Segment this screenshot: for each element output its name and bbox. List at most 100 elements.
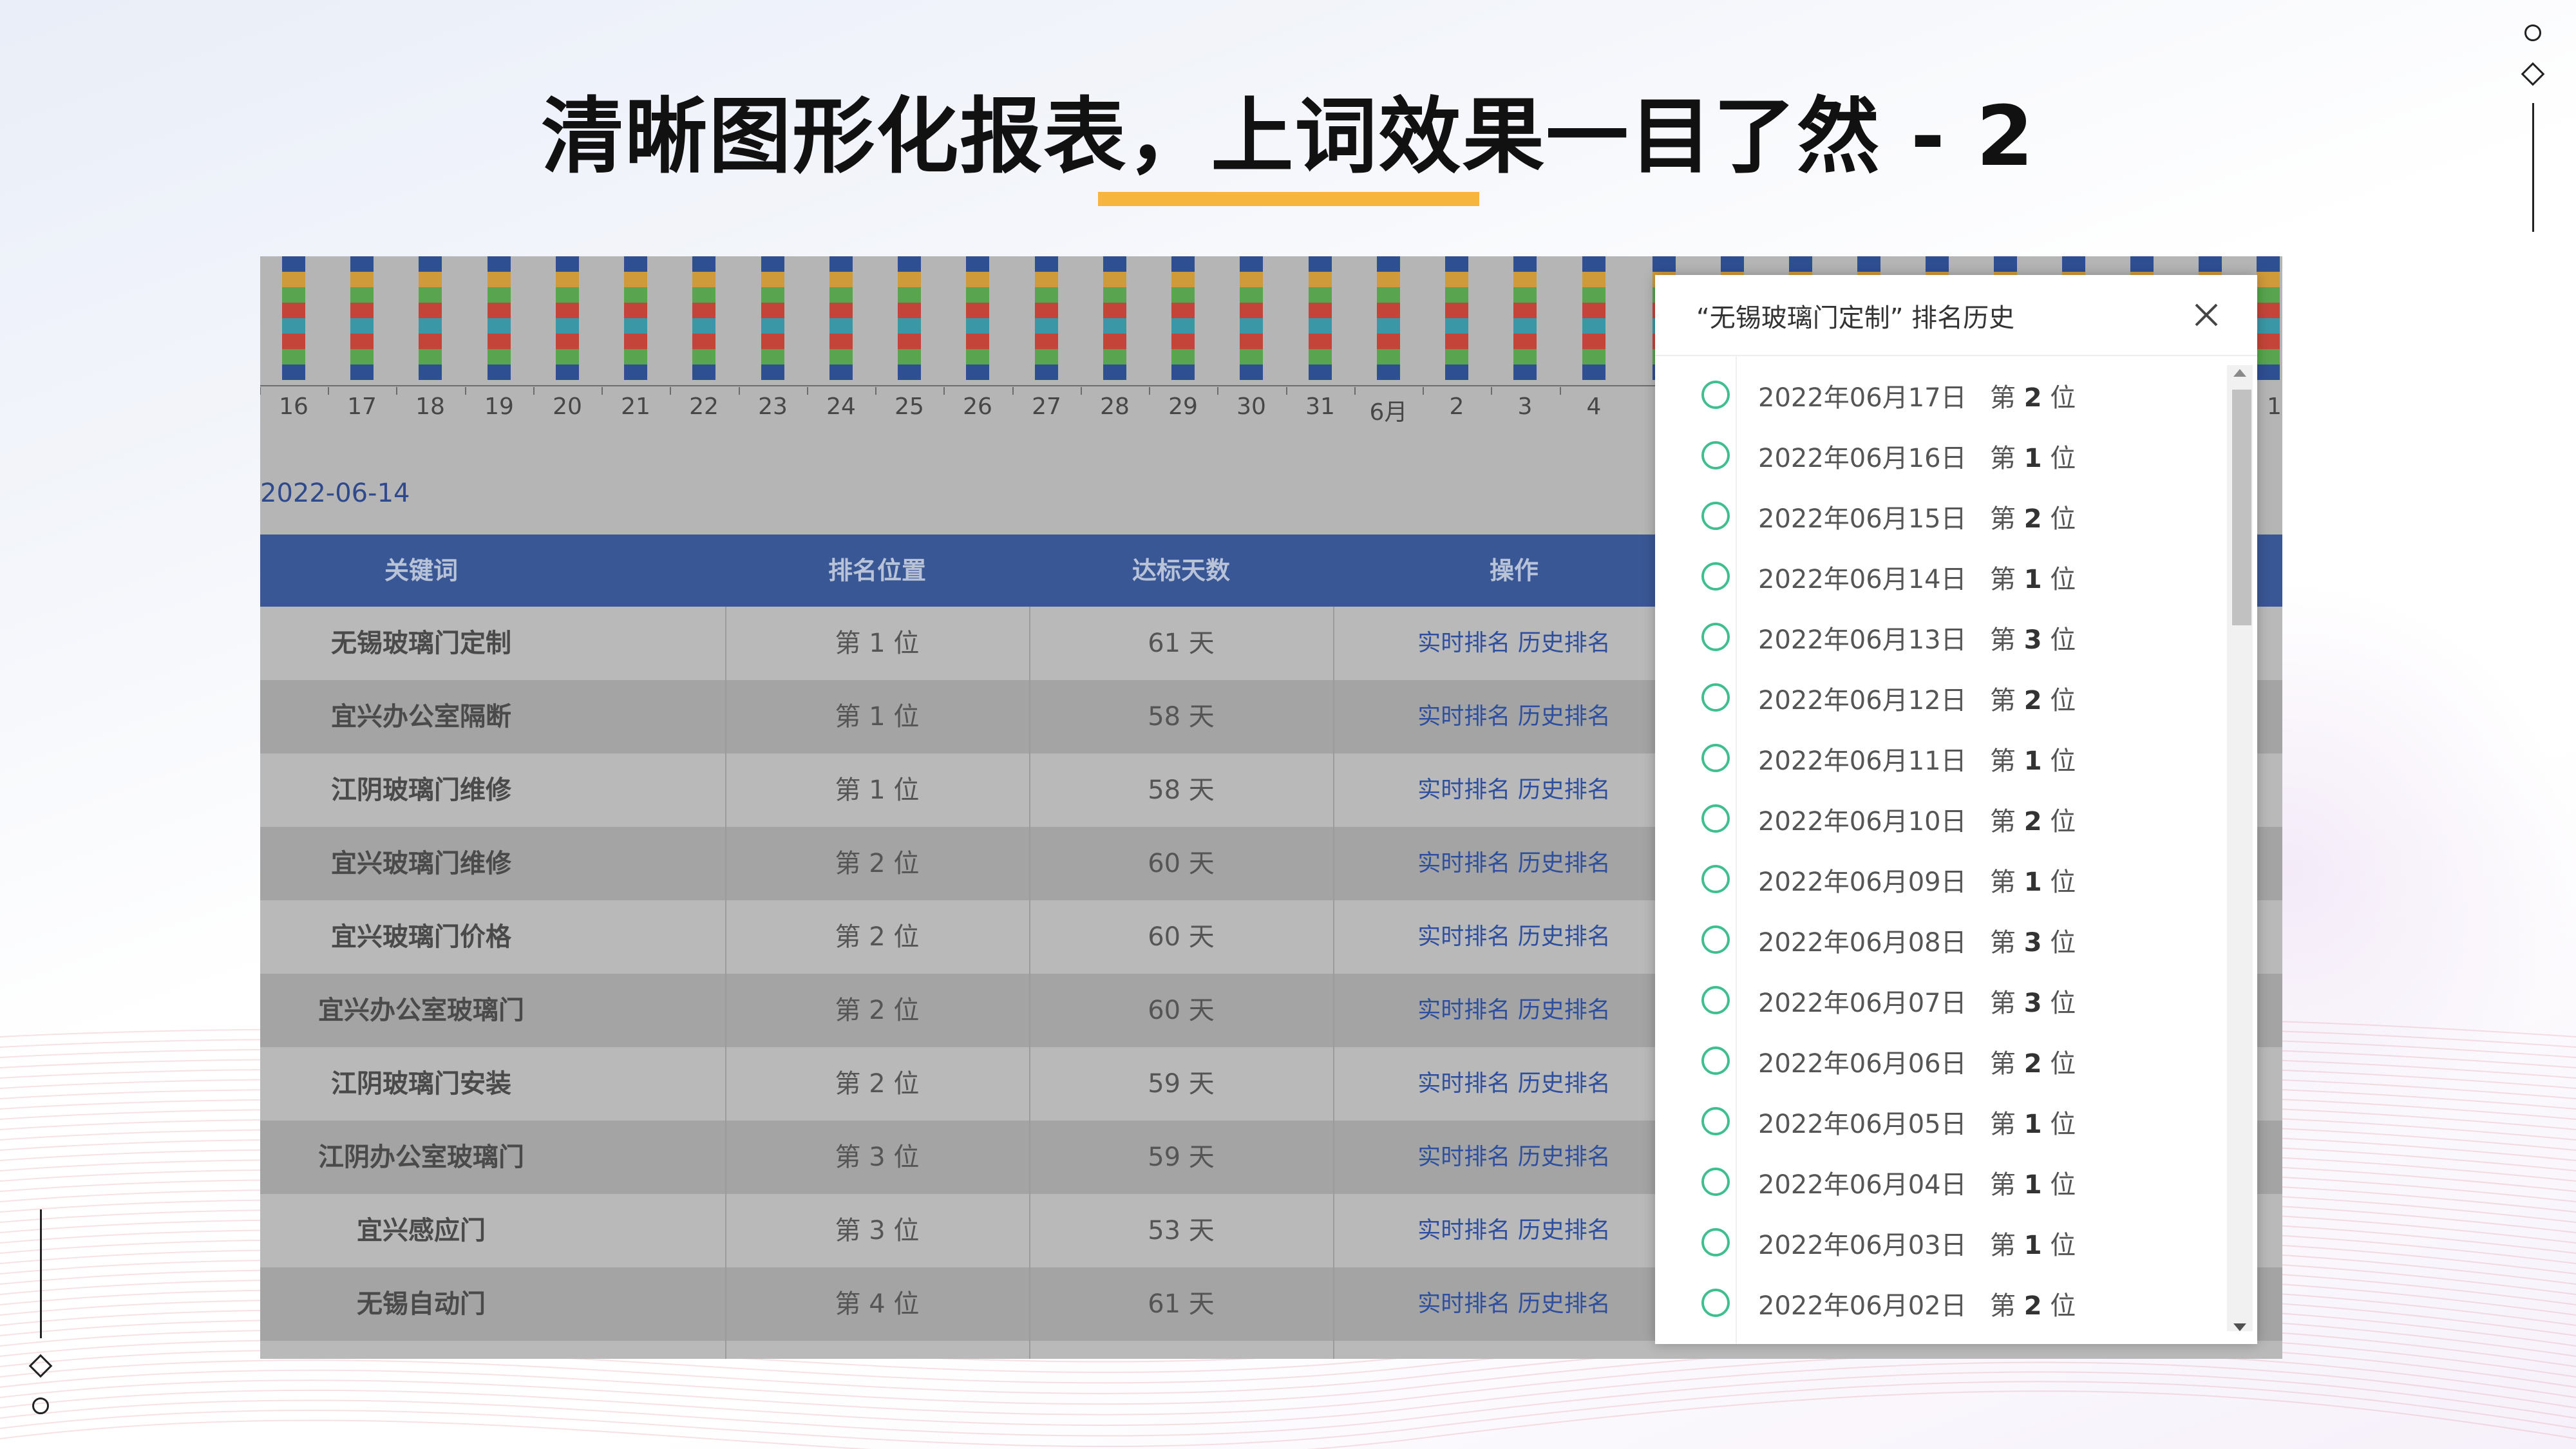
- chart-tick: [396, 387, 397, 395]
- history-rank-link[interactable]: 历史排名: [1518, 1291, 1611, 1317]
- history-rank-link[interactable]: 历史排名: [1518, 1144, 1611, 1170]
- rank-history-list[interactable]: 2022年06月17日第 2 位 2022年06月16日第 1 位 2022年06月…: [1655, 355, 2215, 1344]
- chart-stack-bar: [1377, 256, 1400, 380]
- scrollbar-thumb[interactable]: [2232, 390, 2251, 625]
- history-rank-link[interactable]: 历史排名: [1518, 1070, 1611, 1097]
- rank-history-dialog: “无锡玻璃门定制” 排名历史 2022年06月17日第 2 位 2022年06月1…: [1655, 275, 2257, 1344]
- actions-cell: 实时排名 历史排名: [1333, 1121, 1695, 1194]
- close-icon[interactable]: [2190, 298, 2223, 332]
- chart-x-label: 26: [963, 393, 992, 420]
- chart-edge-label: 1: [2267, 393, 2282, 420]
- history-rank-link[interactable]: 历史排名: [1518, 923, 1611, 950]
- status-circle-icon: [1701, 744, 1730, 772]
- history-rank: 第 2 位: [1990, 1043, 2076, 1080]
- chart-tick: [1081, 387, 1082, 395]
- rank-prefix: 第: [1990, 746, 2016, 776]
- realtime-rank-link[interactable]: 实时排名: [1417, 1144, 1510, 1170]
- days-cell: 61 天: [1148, 629, 1215, 658]
- actions-cell: 实时排名 历史排名: [1333, 1267, 1695, 1341]
- history-item: 2022年06月04日第 1 位: [1655, 1153, 2215, 1214]
- actions-cell: 实时排名 历史排名: [1333, 974, 1695, 1047]
- deco-line-bottom: [40, 1209, 42, 1338]
- rank-number: 2: [2023, 504, 2042, 534]
- header-actions: 操作: [1489, 556, 1539, 585]
- chart-tick: [739, 387, 740, 395]
- history-date: 2022年06月17日: [1758, 383, 1967, 413]
- history-rank: 第 2 位: [1990, 800, 2076, 838]
- rank-prefix: 第: [1990, 1110, 2016, 1139]
- rank-suffix: 位: [2050, 867, 2076, 897]
- chart-stack-bar: [1582, 256, 1605, 380]
- scroll-down-arrow[interactable]: [2233, 1323, 2246, 1331]
- chart-tick: [943, 387, 945, 395]
- realtime-rank-link[interactable]: 实时排名: [1417, 923, 1510, 950]
- chart-x-label: 19: [484, 393, 514, 420]
- days-cell: 61 天: [1148, 1289, 1215, 1319]
- rank-prefix: 第: [1990, 1291, 2016, 1321]
- history-rank-link[interactable]: 历史排名: [1518, 997, 1611, 1023]
- days-cell: 60 天: [1148, 849, 1215, 878]
- rank-suffix: 位: [2050, 565, 2076, 594]
- chart-x-axis: [260, 385, 1658, 386]
- chart-x-label: 29: [1168, 393, 1198, 420]
- realtime-rank-link[interactable]: 实时排名: [1417, 1070, 1510, 1097]
- history-item: 2022年06月13日第 3 位: [1655, 609, 2215, 669]
- history-date: 2022年06月07日: [1758, 989, 1967, 1018]
- rank-suffix: 位: [2050, 686, 2076, 715]
- history-rank: 第 2 位: [1990, 498, 2076, 535]
- history-date: 2022年06月02日: [1758, 1291, 1967, 1321]
- chart-tick: [260, 387, 261, 395]
- history-item: 2022年06月15日第 2 位: [1655, 488, 2215, 548]
- history-rank-link[interactable]: 历史排名: [1518, 850, 1611, 876]
- header-rank: 排名位置: [828, 556, 926, 585]
- rank-suffix: 位: [2050, 746, 2076, 776]
- realtime-rank-link[interactable]: 实时排名: [1417, 1291, 1510, 1317]
- history-rank-link[interactable]: 历史排名: [1518, 630, 1611, 656]
- scroll-up-arrow[interactable]: [2233, 369, 2246, 377]
- realtime-rank-link[interactable]: 实时排名: [1417, 1217, 1510, 1244]
- realtime-rank-link[interactable]: 实时排名: [1417, 777, 1510, 803]
- keyword-cell: 江阴办公室玻璃门: [318, 1142, 524, 1172]
- rank-cell: 第 2 位: [835, 922, 920, 952]
- rank-number: 3: [2023, 625, 2042, 655]
- rank-number: 1: [2023, 1110, 2042, 1139]
- chart-x-label: 21: [621, 393, 650, 420]
- rank-prefix: 第: [1990, 504, 2016, 534]
- history-rank: 第 3 位: [1990, 982, 2076, 1019]
- days-cell: 59 天: [1148, 1069, 1215, 1099]
- history-rank-link[interactable]: 历史排名: [1518, 703, 1611, 730]
- history-rank-link[interactable]: 历史排名: [1518, 1217, 1611, 1244]
- realtime-rank-link[interactable]: 实时排名: [1417, 997, 1510, 1023]
- chart-stack-bar: [761, 256, 784, 380]
- history-rank-link[interactable]: 历史排名: [1518, 777, 1611, 803]
- history-date: 2022年06月15日: [1758, 504, 1967, 534]
- chart-stack-bar: [282, 256, 305, 380]
- status-circle-icon: [1701, 562, 1730, 591]
- status-circle-icon: [1701, 381, 1730, 409]
- chart-tick: [670, 387, 671, 395]
- rank-cell: 第 2 位: [835, 849, 920, 878]
- chart-tick: [1149, 387, 1150, 395]
- rank-prefix: 第: [1990, 1170, 2016, 1200]
- column-divider: [1333, 607, 1334, 1359]
- realtime-rank-link[interactable]: 实时排名: [1417, 630, 1510, 656]
- keyword-cell: 江阴玻璃门安装: [331, 1069, 511, 1099]
- keyword-cell: 宜兴玻璃门价格: [331, 922, 511, 952]
- rank-prefix: 第: [1990, 686, 2016, 715]
- column-divider: [725, 607, 726, 1359]
- rank-prefix: 第: [1990, 867, 2016, 897]
- status-circle-icon: [1701, 1289, 1730, 1317]
- rank-number: 3: [2023, 989, 2042, 1018]
- history-date: 2022年06月09日: [1758, 867, 1967, 897]
- rank-number: 1: [2023, 565, 2042, 594]
- rank-suffix: 位: [2050, 1110, 2076, 1139]
- chart-stack-bar: [624, 256, 647, 380]
- page-title: 清晰图形化报表，上词效果一目了然 - 2: [541, 89, 2035, 185]
- history-date: 2022年06月14日: [1758, 565, 1967, 594]
- realtime-rank-link[interactable]: 实时排名: [1417, 703, 1510, 730]
- rank-number: 2: [2023, 383, 2042, 413]
- days-cell: 53 天: [1148, 1216, 1215, 1245]
- realtime-rank-link[interactable]: 实时排名: [1417, 850, 1510, 876]
- days-cell: 58 天: [1148, 702, 1215, 732]
- actions-cell: 实时排名 历史排名: [1333, 827, 1695, 900]
